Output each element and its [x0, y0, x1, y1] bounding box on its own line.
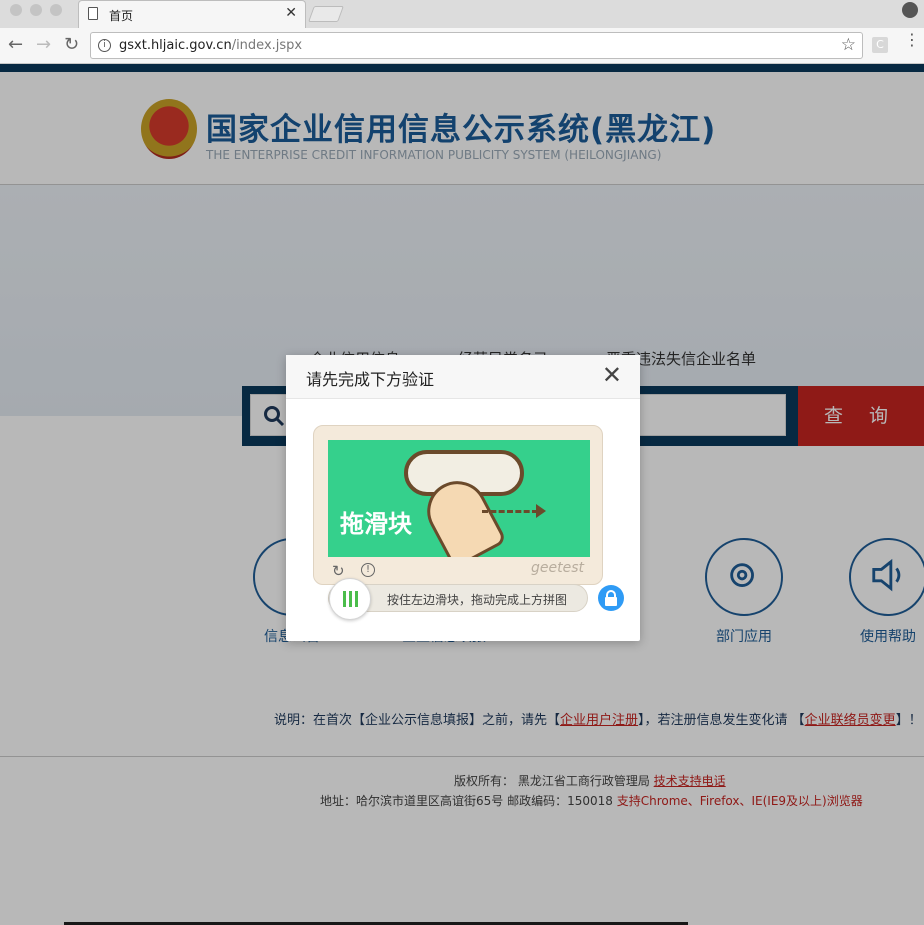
window-maximize-dot[interactable] — [50, 4, 62, 16]
extension-icon[interactable]: C — [872, 37, 888, 53]
slider-track[interactable]: 按住左边滑块，拖动完成上方拼图 — [328, 578, 588, 620]
info-icon[interactable]: i — [98, 39, 111, 52]
url-path: /index.jspx — [231, 38, 303, 53]
arrow-right-icon — [536, 504, 546, 518]
modal-header: 请先完成下方验证 ✕ — [286, 355, 640, 399]
verification-modal: 请先完成下方验证 ✕ 拖滑块 ↻ ! geetest 按住左边滑块，拖动完成上方… — [286, 355, 640, 641]
url-host: gsxt.hljaic.gov.cn — [119, 38, 232, 53]
captcha-instruction: 拖滑块 — [340, 510, 412, 538]
geetest-logo: geetest — [531, 560, 584, 576]
lock-icon — [598, 585, 624, 611]
profile-icon[interactable] — [902, 2, 918, 18]
reload-icon[interactable]: ↻ — [64, 34, 79, 56]
new-tab-button[interactable] — [308, 6, 344, 22]
slider-hint: 按住左边滑块，拖动完成上方拼图 — [387, 593, 568, 607]
url-text: gsxt.hljaic.gov.cn/index.jspx — [119, 38, 302, 53]
menu-icon[interactable]: ⋮ — [904, 32, 920, 48]
grip-icon — [343, 591, 359, 607]
address-bar[interactable]: i gsxt.hljaic.gov.cn/index.jspx ☆ — [90, 32, 863, 59]
captcha-image: 拖滑块 — [328, 440, 590, 557]
modal-title: 请先完成下方验证 — [306, 370, 435, 389]
tab-close-icon[interactable]: ✕ — [285, 5, 297, 21]
forward-icon[interactable]: → — [36, 34, 51, 56]
document-icon — [88, 7, 98, 20]
browser-tab[interactable]: 首页 ✕ — [78, 0, 306, 28]
screen: 首页 ✕ ← → ↻ i gsxt.hljaic.gov.cn/index.js… — [0, 0, 924, 925]
slider-handle[interactable] — [329, 578, 371, 620]
info-icon[interactable]: ! — [361, 563, 375, 577]
browser-tab-bar: 首页 ✕ — [0, 0, 924, 28]
back-icon[interactable]: ← — [8, 34, 23, 56]
window-close-dot[interactable] — [10, 4, 22, 16]
refresh-icon[interactable]: ↻ — [332, 562, 345, 580]
arrow-line — [482, 510, 538, 513]
tab-title: 首页 — [109, 9, 134, 23]
close-icon[interactable]: ✕ — [602, 362, 622, 388]
browser-toolbar: ← → ↻ i gsxt.hljaic.gov.cn/index.jspx ☆ … — [0, 28, 924, 64]
captcha-panel: 拖滑块 ↻ ! geetest — [313, 425, 603, 585]
window-minimize-dot[interactable] — [30, 4, 42, 16]
bookmark-star-icon[interactable]: ☆ — [841, 35, 856, 55]
